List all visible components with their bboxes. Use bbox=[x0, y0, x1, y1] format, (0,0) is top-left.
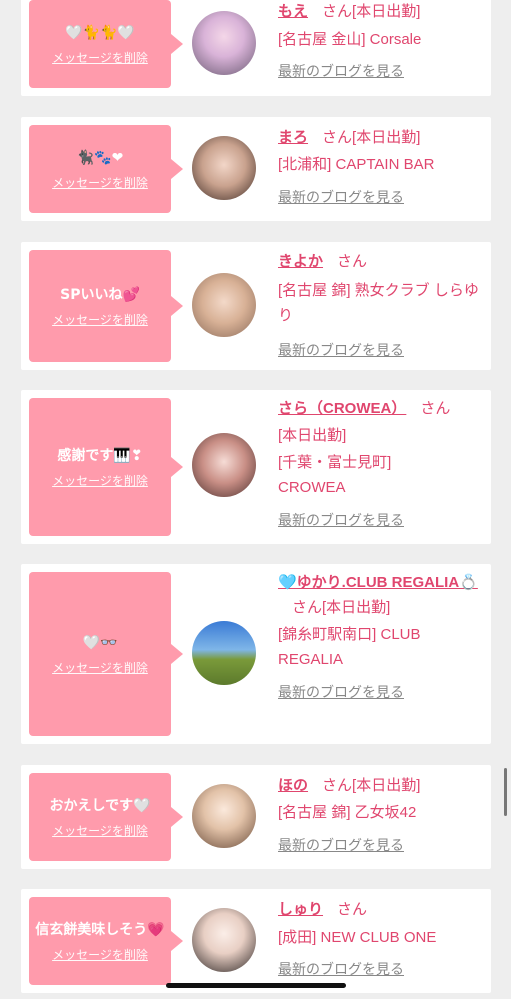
message-bubble: 🤍🐈🐈🤍 メッセージを削除 bbox=[29, 0, 183, 88]
message-bubble: 🤍👓 メッセージを削除 bbox=[29, 572, 183, 736]
message-bubble: おかえしです🤍 メッセージを削除 bbox=[29, 773, 183, 861]
work-status: [本日出勤] bbox=[322, 599, 391, 616]
girl-name-link[interactable]: 🩵ゆかり.CLUB REGALIA💍 bbox=[278, 574, 478, 591]
latest-blog-link[interactable]: 最新のブログを見る bbox=[278, 338, 483, 363]
honorific: さん bbox=[292, 599, 323, 616]
message-text: おかえしです🤍 bbox=[49, 797, 151, 814]
message-text: 🐈‍⬛🐾❤ bbox=[76, 149, 124, 166]
shop-info: [千葉・富士見町] CROWEA bbox=[278, 454, 392, 496]
avatar[interactable] bbox=[192, 136, 256, 200]
honorific: さん bbox=[322, 129, 353, 146]
message-card: 🐈‍⬛🐾❤ メッセージを削除 まろ さん[本日出勤] [北浦和] CAPTAIN … bbox=[21, 117, 491, 221]
delete-message-link[interactable]: メッセージを削除 bbox=[52, 822, 148, 839]
message-bubble: 信玄餅美味しそう💗 メッセージを削除 bbox=[29, 897, 183, 985]
message-card: SPいいね💕 メッセージを削除 きよか さん [名古屋 錦] 熟女クラブ しらゆり… bbox=[21, 242, 491, 370]
latest-blog-link[interactable]: 最新のブログを見る bbox=[278, 185, 483, 210]
girl-info: 🩵ゆかり.CLUB REGALIA💍 さん[本日出勤] [錦糸町駅南口] CLUB… bbox=[278, 570, 483, 705]
message-bubble: 感謝です🎹❣ メッセージを削除 bbox=[29, 398, 183, 536]
girl-name-link[interactable]: しゅり bbox=[278, 901, 323, 918]
girl-name-link[interactable]: きよか bbox=[278, 253, 323, 270]
message-text: 感謝です🎹❣ bbox=[57, 447, 143, 464]
latest-blog-link[interactable]: 最新のブログを見る bbox=[278, 833, 483, 858]
message-card: 感謝です🎹❣ メッセージを削除 さら（CROWEA） さん [本日出勤] [千葉・… bbox=[21, 390, 491, 544]
avatar[interactable] bbox=[192, 784, 256, 848]
home-indicator[interactable] bbox=[166, 983, 346, 988]
delete-message-link[interactable]: メッセージを削除 bbox=[52, 49, 148, 66]
honorific: さん bbox=[322, 777, 353, 794]
girl-info: もえ さん[本日出勤] [名古屋 金山] Corsale 最新のブログを見る bbox=[278, 0, 483, 84]
message-card: 信玄餅美味しそう💗 メッセージを削除 しゅり さん [成田] NEW CLUB O… bbox=[21, 889, 491, 993]
message-card: おかえしです🤍 メッセージを削除 ほの さん[本日出勤] [名古屋 錦] 乙女坂4… bbox=[21, 765, 491, 869]
work-status: [本日出勤] bbox=[278, 427, 347, 444]
message-text: 🤍👓 bbox=[82, 634, 118, 651]
girl-name-link[interactable]: ほの bbox=[278, 777, 308, 794]
latest-blog-link[interactable]: 最新のブログを見る bbox=[278, 957, 483, 982]
honorific: さん bbox=[337, 901, 368, 918]
message-card: 🤍👓 メッセージを削除 🩵ゆかり.CLUB REGALIA💍 さん[本日出勤] [… bbox=[21, 564, 491, 744]
message-text: 信玄餅美味しそう💗 bbox=[35, 921, 165, 938]
honorific: さん bbox=[420, 400, 451, 417]
delete-message-link[interactable]: メッセージを削除 bbox=[52, 946, 148, 963]
work-status: [本日出勤] bbox=[352, 777, 421, 794]
message-bubble: 🐈‍⬛🐾❤ メッセージを削除 bbox=[29, 125, 183, 213]
latest-blog-link[interactable]: 最新のブログを見る bbox=[278, 59, 483, 84]
girl-info: しゅり さん [成田] NEW CLUB ONE 最新のブログを見る bbox=[278, 897, 483, 982]
shop-info: [成田] NEW CLUB ONE bbox=[278, 929, 437, 946]
latest-blog-link[interactable]: 最新のブログを見る bbox=[278, 508, 483, 533]
delete-message-link[interactable]: メッセージを削除 bbox=[52, 311, 148, 328]
delete-message-link[interactable]: メッセージを削除 bbox=[52, 472, 148, 489]
girl-info: さら（CROWEA） さん [本日出勤] [千葉・富士見町] CROWEA 最新の… bbox=[278, 396, 483, 533]
girl-info: まろ さん[本日出勤] [北浦和] CAPTAIN BAR 最新のブログを見る bbox=[278, 125, 483, 210]
shop-info: [名古屋 錦] 熟女クラブ しらゆり bbox=[278, 282, 479, 324]
message-text: SPいいね💕 bbox=[60, 286, 140, 303]
girl-info: ほの さん[本日出勤] [名古屋 錦] 乙女坂42 最新のブログを見る bbox=[278, 773, 483, 858]
shop-info: [北浦和] CAPTAIN BAR bbox=[278, 156, 435, 173]
girl-name-link[interactable]: まろ bbox=[278, 129, 308, 146]
avatar[interactable] bbox=[192, 621, 256, 685]
message-bubble: SPいいね💕 メッセージを削除 bbox=[29, 250, 183, 362]
message-card: 🤍🐈🐈🤍 メッセージを削除 もえ さん[本日出勤] [名古屋 金山] Corsal… bbox=[21, 0, 491, 96]
work-status: [本日出勤] bbox=[352, 3, 421, 20]
delete-message-link[interactable]: メッセージを削除 bbox=[52, 174, 148, 191]
girl-name-link[interactable]: もえ bbox=[278, 3, 308, 20]
girl-info: きよか さん [名古屋 錦] 熟女クラブ しらゆり 最新のブログを見る bbox=[278, 249, 483, 363]
avatar[interactable] bbox=[192, 433, 256, 497]
latest-blog-link[interactable]: 最新のブログを見る bbox=[278, 680, 483, 705]
work-status: [本日出勤] bbox=[352, 129, 421, 146]
avatar[interactable] bbox=[192, 11, 256, 75]
shop-info: [名古屋 金山] Corsale bbox=[278, 31, 422, 48]
avatar[interactable] bbox=[192, 908, 256, 972]
honorific: さん bbox=[337, 253, 368, 270]
girl-name-link[interactable]: さら（CROWEA） bbox=[278, 400, 406, 417]
delete-message-link[interactable]: メッセージを削除 bbox=[52, 659, 148, 676]
honorific: さん bbox=[322, 3, 353, 20]
shop-info: [名古屋 錦] 乙女坂42 bbox=[278, 804, 417, 821]
scrollbar[interactable] bbox=[504, 768, 507, 816]
shop-info: [錦糸町駅南口] CLUB REGALIA bbox=[278, 626, 421, 668]
message-text: 🤍🐈🐈🤍 bbox=[65, 24, 135, 41]
avatar[interactable] bbox=[192, 273, 256, 337]
